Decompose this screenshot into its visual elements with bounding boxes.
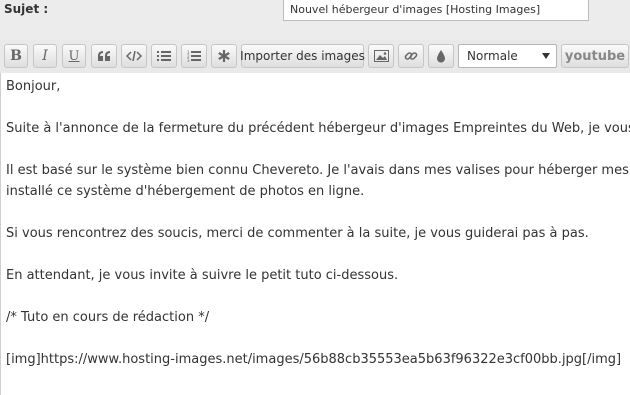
editor-line: Si vous rencontrez des soucis, merci de … [6,226,589,241]
subject-input[interactable]: Nouvel hébergeur d'images [Hosting Image… [283,0,589,21]
editor-line: En attendant, je vous invite à suivre le… [6,268,399,283]
editor-toolbar: B I U 123 Importer des images Normale yo… [0,40,630,74]
bold-button[interactable]: B [4,44,28,68]
color-button[interactable] [428,44,454,68]
editor-line: Il est basé sur le système bien connu Ch… [6,163,630,178]
chevron-down-icon [542,53,550,59]
asterisk-icon [218,50,230,62]
numbered-list-icon: 123 [187,50,201,62]
insert-link-button[interactable] [398,44,424,68]
youtube-button[interactable]: youtube [561,44,629,68]
font-size-value: Normale [467,49,518,63]
svg-text:3: 3 [187,58,190,62]
italic-button[interactable]: I [33,44,57,68]
editor-line: Suite à l'annonce de la fermeture du pré… [6,121,630,136]
code-icon [126,50,142,62]
color-drop-icon [436,49,446,63]
quote-button[interactable] [91,44,117,68]
editor-line: Bonjour, [6,79,61,94]
quote-icon [97,50,111,62]
insert-image-button[interactable] [368,44,394,68]
font-size-select[interactable]: Normale [458,44,557,68]
numbered-list-button[interactable]: 123 [181,44,207,68]
bullet-list-button[interactable] [151,44,177,68]
subject-label: Sujet : [4,2,49,16]
editor-line: installé ce système d'hébergement de pho… [6,184,365,199]
asterisk-button[interactable] [211,44,237,68]
code-button[interactable] [121,44,147,68]
import-images-button[interactable]: Importer des images [240,44,365,68]
editor-line: [img]https://www.hosting-images.net/imag… [6,352,622,367]
underline-button[interactable]: U [62,44,86,68]
subject-row: Sujet : Nouvel hébergeur d'images [Hosti… [0,0,630,40]
message-editor[interactable]: Bonjour, Suite à l'annonce de la fermetu… [0,73,630,395]
link-icon [404,49,418,63]
image-icon [373,50,389,62]
editor-line: /* Tuto en cours de rédaction */ [6,310,210,325]
bullet-list-icon [157,50,171,62]
